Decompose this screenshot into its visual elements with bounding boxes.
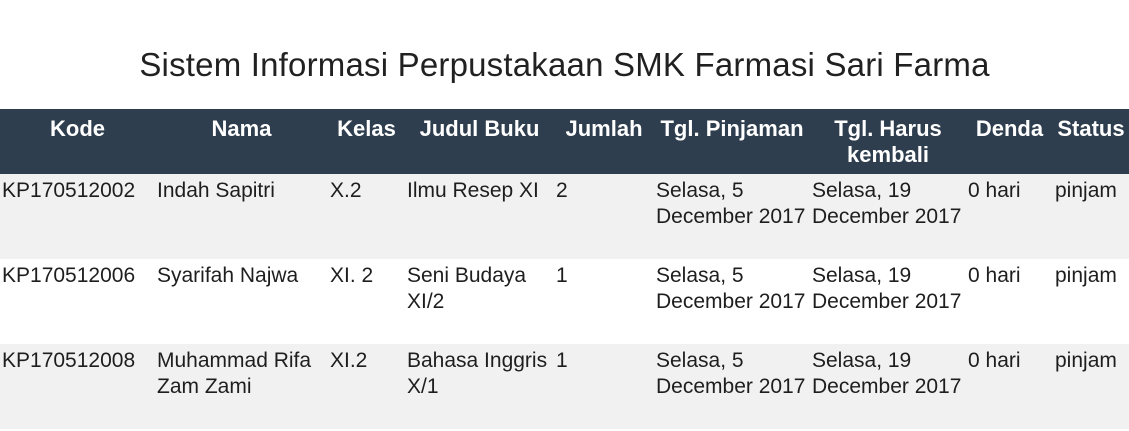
table-row: KP170512006 Syarifah Najwa XI. 2 Seni Bu… [0, 259, 1129, 344]
header-jumlah: Jumlah [554, 109, 654, 174]
cell-tgl-harus-kembali: Selasa, 19 December 2017 [810, 259, 966, 344]
page-title: Sistem Informasi Perpustakaan SMK Farmas… [139, 46, 990, 83]
cell-denda: 0 hari [966, 344, 1053, 429]
cell-denda: 0 hari [966, 174, 1053, 259]
cell-jumlah: 1 [554, 344, 654, 429]
cell-kode: KP170512006 [0, 259, 155, 344]
cell-tgl-pinjaman: Selasa, 5 December 2017 [654, 344, 810, 429]
header-tgl-harus-kembali: Tgl. Harus kembali [810, 109, 966, 174]
cell-kelas: X.2 [328, 174, 405, 259]
cell-status: pinjam [1053, 344, 1129, 429]
header-kelas: Kelas [328, 109, 405, 174]
header-denda: Denda [966, 109, 1053, 174]
table-body: KP170512002 Indah Sapitri X.2 Ilmu Resep… [0, 174, 1129, 429]
cell-status: pinjam [1053, 174, 1129, 259]
cell-kode: KP170512002 [0, 174, 155, 259]
table-row: KP170512002 Indah Sapitri X.2 Ilmu Resep… [0, 174, 1129, 259]
cell-nama: Indah Sapitri [155, 174, 328, 259]
cell-jumlah: 1 [554, 259, 654, 344]
cell-jumlah: 2 [554, 174, 654, 259]
header-row: Kode Nama Kelas Judul Buku Jumlah Tgl. P… [0, 109, 1129, 174]
cell-kode: KP170512008 [0, 344, 155, 429]
cell-judul-buku: Seni Budaya XI/2 [405, 259, 554, 344]
table-row: KP170512008 Muhammad Rifa Zam Zami XI.2 … [0, 344, 1129, 429]
cell-nama: Muhammad Rifa Zam Zami [155, 344, 328, 429]
cell-status: pinjam [1053, 259, 1129, 344]
cell-tgl-harus-kembali: Selasa, 19 December 2017 [810, 344, 966, 429]
header-kode: Kode [0, 109, 155, 174]
cell-nama: Syarifah Najwa [155, 259, 328, 344]
cell-tgl-harus-kembali: Selasa, 19 December 2017 [810, 174, 966, 259]
header-status: Status [1053, 109, 1129, 174]
cell-kelas: XI. 2 [328, 259, 405, 344]
cell-tgl-pinjaman: Selasa, 5 December 2017 [654, 174, 810, 259]
header-tgl-pinjaman: Tgl. Pinjaman [654, 109, 810, 174]
cell-tgl-pinjaman: Selasa, 5 December 2017 [654, 259, 810, 344]
cell-denda: 0 hari [966, 259, 1053, 344]
table-header: Kode Nama Kelas Judul Buku Jumlah Tgl. P… [0, 109, 1129, 174]
cell-judul-buku: Bahasa Inggris X/1 [405, 344, 554, 429]
header-nama: Nama [155, 109, 328, 174]
cell-judul-buku: Ilmu Resep XI [405, 174, 554, 259]
cell-kelas: XI.2 [328, 344, 405, 429]
header-judul-buku: Judul Buku [405, 109, 554, 174]
loan-table: Kode Nama Kelas Judul Buku Jumlah Tgl. P… [0, 109, 1129, 429]
